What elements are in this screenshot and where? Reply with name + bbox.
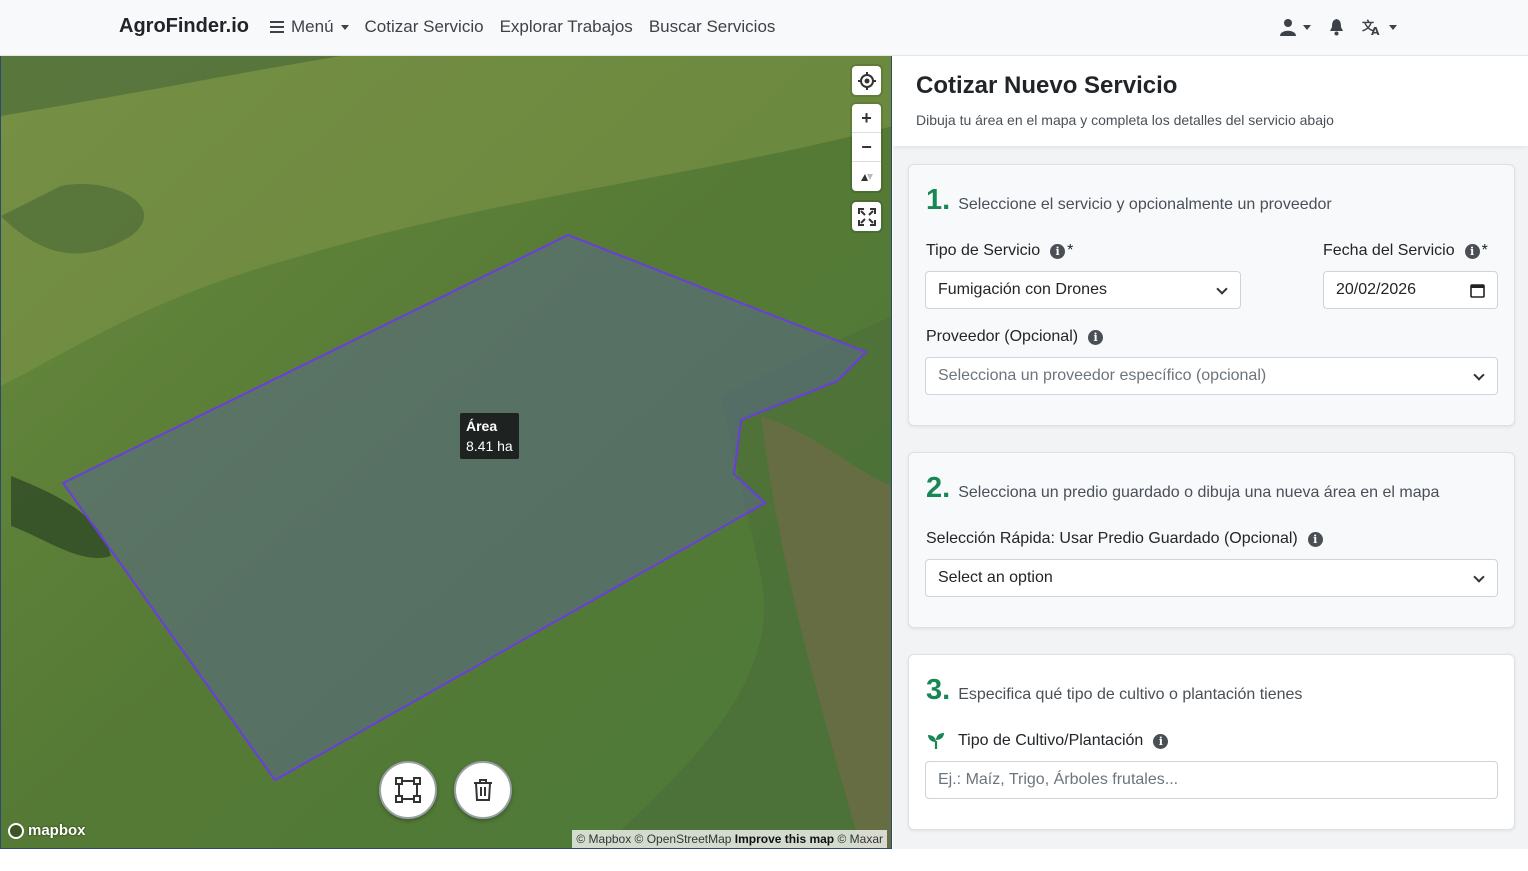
service-date-label-text: Fecha del Servicio (1323, 242, 1455, 259)
menu-dropdown[interactable]: Menú (270, 17, 349, 37)
map-attribution: © Mapbox © OpenStreetMap Improve this ma… (572, 830, 887, 848)
nav-link-cotizar[interactable]: Cotizar Servicio (365, 17, 484, 37)
crop-type-placeholder: Ej.: Maíz, Trigo, Árboles frutales... (938, 771, 1179, 788)
svg-text:A: A (1371, 25, 1380, 36)
area-value: 8.41 ha (466, 438, 513, 454)
navigation-control: + − (852, 104, 881, 191)
provider-label: Proveedor (Opcional) i (926, 328, 1104, 346)
caret-down-icon (1389, 24, 1397, 30)
step-1-card: 1. Seleccione el servicio y opcionalment… (908, 164, 1515, 426)
page-subtitle: Dibuja tu área en el mapa y completa los… (916, 112, 1334, 128)
saved-plot-placeholder: Select an option (938, 569, 1053, 586)
geolocate-control (852, 66, 881, 95)
geolocate-button[interactable] (852, 66, 881, 95)
area-title: Área (466, 418, 498, 434)
caret-down-icon (340, 24, 349, 30)
step-3-card: 3. Especifica qué tipo de cultivo o plan… (908, 654, 1515, 830)
improve-map-link[interactable]: Improve this map (735, 832, 834, 846)
step-1-header: 1. Seleccione el servicio y opcionalment… (926, 184, 1332, 217)
mapbox-logo[interactable]: mapbox (8, 822, 86, 839)
nav-links: Menú Cotizar Servicio Explorar Trabajos … (270, 17, 791, 37)
mapbox-logo-icon (8, 822, 24, 839)
language-dropdown[interactable]: 文 A (1362, 18, 1397, 36)
page-title: Cotizar Nuevo Servicio (916, 72, 1178, 99)
info-icon[interactable]: i (1088, 329, 1104, 345)
brand-logo[interactable]: AgroFinder.io (119, 15, 249, 38)
step-text: Selecciona un predio guardado o dibuja u… (958, 484, 1440, 501)
step-number: 2. (926, 472, 951, 504)
quick-select-label-text: Selección Rápida: Usar Predio Guardado (… (926, 530, 1298, 547)
step-2-header: 2. Selecciona un predio guardado o dibuj… (926, 472, 1439, 505)
step-text: Seleccione el servicio y opcionalmente u… (958, 196, 1332, 213)
info-icon[interactable]: i (1464, 243, 1480, 259)
mapbox-logo-text: mapbox (28, 822, 86, 839)
info-icon[interactable]: i (1050, 243, 1066, 259)
chevron-down-icon (1473, 571, 1485, 583)
notifications-button[interactable] (1329, 18, 1344, 36)
zoom-out-button[interactable]: − (852, 133, 881, 162)
service-date-input[interactable]: 20/02/2026 (1323, 271, 1498, 309)
delete-polygon-button[interactable] (454, 761, 512, 819)
zoom-in-button[interactable]: + (852, 104, 881, 133)
satellite-imagery (1, 56, 891, 848)
service-date-label: Fecha del Servicio i * (1323, 242, 1488, 260)
step-text: Especifica qué tipo de cultivo o plantac… (958, 686, 1303, 703)
info-icon[interactable]: i (1153, 733, 1169, 749)
required-mark: * (1067, 242, 1074, 259)
required-mark: * (1481, 242, 1488, 259)
service-type-select[interactable]: Fumigación con Drones (925, 271, 1241, 309)
provider-label-text: Proveedor (Opcional) (926, 328, 1079, 345)
saved-plot-select[interactable]: Select an option (925, 559, 1498, 597)
translate-icon: 文 A (1362, 18, 1380, 36)
polygon-draw-icon (395, 777, 421, 803)
crop-type-label-text: Tipo de Cultivo/Plantación (958, 732, 1144, 749)
chevron-down-icon (1216, 283, 1228, 295)
bell-icon (1330, 18, 1343, 35)
step-2-card: 2. Selecciona un predio guardado o dibuj… (908, 452, 1515, 628)
nav-right: 文 A (1280, 18, 1415, 36)
provider-select[interactable]: Selecciona un proveedor específico (opci… (925, 357, 1498, 395)
nav-link-explorar[interactable]: Explorar Trabajos (500, 17, 633, 37)
step-3-header: 3. Especifica qué tipo de cultivo o plan… (926, 674, 1302, 707)
user-icon (1280, 19, 1296, 36)
attribution-text[interactable]: © Mapbox © OpenStreetMap (576, 832, 731, 846)
step-number: 1. (926, 184, 951, 216)
caret-down-icon (1303, 24, 1311, 30)
fullscreen-control (852, 202, 881, 231)
step-number: 3. (926, 674, 951, 706)
quick-select-label: Selección Rápida: Usar Predio Guardado (… (926, 530, 1323, 548)
fullscreen-icon (857, 207, 876, 226)
fullscreen-button[interactable] (852, 202, 881, 231)
chevron-down-icon (1473, 369, 1485, 381)
info-icon[interactable]: i (1307, 531, 1323, 547)
quote-panel: Cotizar Nuevo Servicio Dibuja tu área en… (893, 56, 1528, 849)
crop-type-label: Tipo de Cultivo/Plantación i (928, 732, 1169, 750)
user-dropdown[interactable] (1280, 18, 1311, 36)
menu-label: Menú (291, 17, 334, 36)
navbar: AgroFinder.io Menú Cotizar Servicio Expl… (0, 0, 1528, 56)
compass-button[interactable] (852, 162, 881, 191)
service-type-value: Fumigación con Drones (938, 281, 1107, 298)
compass-icon (860, 173, 873, 181)
map-view[interactable]: + − Área 8.41 ha mapbox © Mapbox © OpenS… (0, 56, 892, 849)
hamburger-icon (270, 18, 284, 36)
area-tooltip: Área 8.41 ha (460, 413, 519, 459)
service-type-label: Tipo de Servicio i * (926, 242, 1073, 260)
crop-type-input[interactable]: Ej.: Maíz, Trigo, Árboles frutales... (925, 761, 1498, 799)
service-type-label-text: Tipo de Servicio (926, 242, 1041, 259)
attribution-maxar[interactable]: © Maxar (837, 832, 883, 846)
calendar-icon[interactable] (1470, 283, 1485, 298)
trash-icon (474, 779, 492, 801)
provider-placeholder: Selecciona un proveedor específico (opci… (938, 367, 1267, 384)
service-date-value: 20/02/2026 (1336, 281, 1417, 298)
panel-header: Cotizar Nuevo Servicio Dibuja tu área en… (893, 56, 1528, 146)
seedling-icon (928, 732, 944, 749)
nav-link-buscar[interactable]: Buscar Servicios (649, 17, 776, 37)
crosshair-icon (857, 71, 876, 90)
draw-polygon-button[interactable] (379, 761, 437, 819)
